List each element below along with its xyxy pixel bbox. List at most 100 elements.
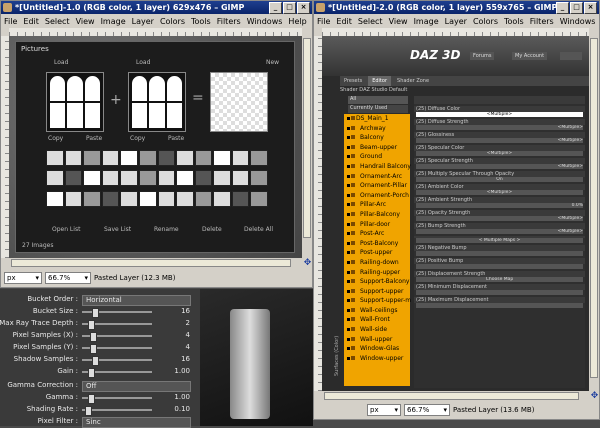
list-item[interactable]: Ornament-Arc — [344, 172, 410, 182]
menu-filters[interactable]: Filters — [214, 17, 244, 26]
thumbnail[interactable] — [46, 190, 64, 207]
close-icon[interactable]: × — [584, 2, 597, 14]
thumbnail[interactable] — [120, 190, 138, 207]
menu-image[interactable]: Image — [98, 17, 129, 26]
left-canvas[interactable]: Pictures Load Load New + = Copy Paste Co… — [9, 36, 302, 258]
zoom-select[interactable]: 66.7% ▾ — [45, 271, 91, 284]
prop-control[interactable]: On — [416, 177, 583, 182]
tab-presets[interactable]: Presets — [340, 76, 366, 86]
thumbnail[interactable] — [64, 150, 83, 166]
surface-list[interactable]: DS_Main_1 Archway Balcony Beam-upper Gro… — [344, 114, 411, 386]
thumbnail[interactable] — [83, 150, 101, 166]
thumbnail[interactable] — [231, 150, 250, 166]
list-item[interactable]: Pillar-Balcony — [344, 210, 410, 220]
list-item[interactable]: Ornament-Porch — [344, 191, 410, 201]
list-item[interactable]: Wall-Front — [344, 315, 410, 325]
navigate-icon[interactable]: ✥ — [303, 258, 312, 268]
prop-control[interactable]: <Multiple> — [416, 190, 583, 195]
prop-control[interactable]: < Multiple Maps > — [416, 238, 583, 243]
list-item[interactable]: Window-upper — [344, 354, 410, 364]
thumbnail[interactable] — [231, 190, 250, 207]
left-horizontal-scrollbar[interactable] — [1, 258, 302, 268]
thumbnail[interactable] — [138, 150, 157, 166]
prop-control[interactable] — [416, 303, 583, 308]
menu-edit[interactable]: Edit — [20, 17, 42, 26]
thumbnail[interactable] — [157, 150, 176, 166]
menu-image[interactable]: Image — [411, 17, 442, 26]
maximize-icon[interactable]: □ — [283, 2, 296, 14]
load-label-1[interactable]: Load — [54, 59, 68, 66]
header-nav-button[interactable] — [560, 52, 582, 60]
thumbnail[interactable] — [157, 170, 176, 187]
thumbnail[interactable] — [101, 170, 120, 187]
my-account-link[interactable]: My Account — [512, 52, 548, 60]
zoom-select[interactable]: 66.7% ▾ — [404, 404, 450, 416]
thumbnail[interactable] — [157, 190, 176, 207]
paste-label-2[interactable]: Paste — [168, 135, 184, 142]
list-item[interactable]: Ornament-Pillar — [344, 181, 410, 191]
load-label-2[interactable]: Load — [136, 59, 150, 66]
list-tab-all[interactable]: All — [348, 96, 408, 104]
prop-control[interactable]: <Multiple> — [416, 112, 583, 117]
horizontal-ruler[interactable] — [322, 28, 589, 36]
list-item[interactable]: Window-Glas — [344, 344, 410, 354]
render-row-bucket-order[interactable]: Bucket Order : Horizontal — [0, 295, 196, 306]
thumbnail[interactable] — [194, 150, 213, 166]
copy-label-2[interactable]: Copy — [130, 135, 145, 142]
menu-layer[interactable]: Layer — [442, 17, 470, 26]
right-canvas[interactable]: DAZ 3D Forums My Account Presets Editor … — [322, 36, 589, 391]
right-titlebar[interactable]: *[Untitled]-2.0 (RGB color, 1 layer) 559… — [314, 1, 599, 14]
thumbnail[interactable] — [176, 170, 194, 187]
list-item[interactable]: Post-Balcony — [344, 239, 410, 249]
thumbnail[interactable] — [176, 150, 194, 166]
horizontal-ruler[interactable] — [9, 28, 302, 36]
right-vertical-scrollbar[interactable] — [589, 28, 599, 391]
menu-windows[interactable]: Windows — [557, 17, 599, 26]
menu-tools[interactable]: Tools — [501, 17, 527, 26]
list-item[interactable]: Archway — [344, 124, 410, 134]
thumbnail[interactable] — [194, 170, 213, 187]
list-item[interactable]: Wall-ceilings — [344, 306, 410, 316]
menu-colors[interactable]: Colors — [470, 17, 501, 26]
render-row-gamma-correction[interactable]: Gamma Correction : Off — [0, 381, 196, 392]
menu-colors[interactable]: Colors — [157, 17, 188, 26]
list-item[interactable]: Support-upper — [344, 287, 410, 297]
menu-layer[interactable]: Layer — [129, 17, 157, 26]
open-list-button[interactable]: Open List — [52, 226, 80, 233]
right-horizontal-scrollbar[interactable] — [314, 391, 589, 401]
menu-file[interactable]: File — [1, 17, 20, 26]
thumbnail[interactable] — [138, 190, 157, 207]
render-row-gain[interactable]: Gain :1.00 — [0, 367, 196, 378]
thumbnail[interactable] — [213, 170, 231, 187]
prop-control[interactable]: <Multiple> — [416, 216, 583, 221]
thumbnail[interactable] — [138, 170, 157, 187]
thumbnail[interactable] — [250, 150, 268, 166]
thumbnail[interactable] — [213, 190, 231, 207]
menu-view[interactable]: View — [386, 17, 411, 26]
thumbnail[interactable] — [120, 170, 138, 187]
list-item[interactable]: Wall-side — [344, 325, 410, 335]
thumbnail[interactable] — [176, 190, 194, 207]
image-slot-2[interactable] — [128, 72, 186, 132]
unit-select[interactable]: px ▾ — [367, 404, 401, 416]
viewport-3d[interactable] — [200, 289, 313, 426]
thumbnail[interactable] — [46, 170, 64, 187]
thumbnail[interactable] — [101, 150, 120, 166]
thumbnail[interactable] — [64, 190, 83, 207]
prop-control[interactable]: <Multiple> — [416, 151, 583, 156]
vertical-ruler[interactable] — [1, 36, 9, 258]
thumbnail[interactable] — [120, 150, 138, 166]
menu-windows[interactable]: Windows — [244, 17, 286, 26]
prop-control[interactable]: <Multiple> — [416, 164, 583, 169]
list-item[interactable]: Railing-down — [344, 258, 410, 268]
left-titlebar[interactable]: *[Untitled]-1.0 (RGB color, 1 layer) 629… — [1, 1, 312, 14]
prop-control[interactable]: 0.0% — [416, 203, 583, 208]
list-item[interactable]: Support-upper-m — [344, 296, 411, 306]
prop-control[interactable] — [416, 264, 583, 269]
list-item[interactable]: Railing-upper — [344, 268, 410, 278]
paste-label-1[interactable]: Paste — [86, 135, 102, 142]
vertical-ruler[interactable] — [314, 36, 322, 391]
menu-view[interactable]: View — [73, 17, 98, 26]
minimize-icon[interactable]: _ — [269, 2, 282, 14]
render-row-bucket-size[interactable]: Bucket Size :16 — [0, 307, 196, 318]
